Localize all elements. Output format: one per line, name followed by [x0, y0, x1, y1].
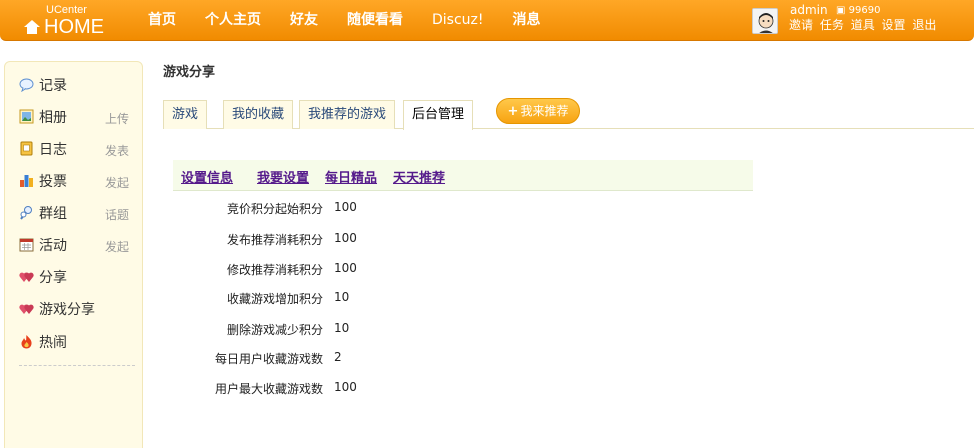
setting-value: 10	[334, 321, 350, 335]
sidebar-item-label: 相册	[39, 110, 67, 126]
subnav-daily-recommend[interactable]: 天天推荐	[393, 167, 445, 186]
tab-my-recommended[interactable]: 我推荐的游戏	[299, 100, 396, 129]
nav-home[interactable]: 首页	[148, 0, 176, 40]
setting-key: 竞价积分起始积分	[226, 202, 323, 216]
nav-friends[interactable]: 好友	[290, 0, 318, 40]
setting-key: 发布推荐消耗积分	[226, 233, 323, 247]
sidebar-item-label: 投票	[39, 174, 67, 190]
house-icon	[24, 20, 40, 34]
nav-messages[interactable]: 消息	[513, 0, 541, 40]
setting-key: 收藏游戏增加积分	[226, 292, 323, 306]
logo-ucenter-text: UCenter	[46, 4, 87, 16]
page-title: 游戏分享	[163, 65, 216, 80]
nav-profile[interactable]: 个人主页	[205, 0, 261, 40]
recommend-button[interactable]: + 我来推荐	[496, 98, 580, 124]
sidebar-item-poll[interactable]: 投票 发起	[19, 170, 139, 190]
setting-value: 100	[334, 200, 357, 214]
user-menu: 邀请 任务 道具 设置 退出	[789, 16, 939, 33]
setting-row: 发布推荐消耗积分 100	[0, 231, 974, 247]
sidebar-item-album[interactable]: 相册 上传	[19, 106, 139, 126]
avatar[interactable]	[752, 8, 778, 34]
nav-browse[interactable]: 随便看看	[347, 0, 403, 40]
setting-row: 用户最大收藏游戏数 100	[0, 380, 974, 396]
tab-favorites[interactable]: 我的收藏	[223, 100, 294, 129]
setting-key: 修改推荐消耗积分	[226, 263, 323, 277]
bar-chart-icon	[20, 175, 33, 187]
admin-subnav: 设置信息 我要设置 每日精品 天天推荐	[173, 160, 753, 191]
setting-value: 10	[334, 290, 350, 304]
setting-value: 100	[334, 231, 357, 245]
user-menu-props[interactable]: 道具	[851, 18, 875, 32]
sidebar-item-label: 日志	[39, 142, 67, 158]
user-menu-tasks[interactable]: 任务	[820, 18, 844, 32]
sidebar-item-records[interactable]: 记录	[19, 74, 139, 94]
sidebar-sub-link-upload[interactable]: 上传	[105, 110, 129, 127]
tab-admin[interactable]: 后台管理	[403, 100, 474, 130]
setting-row: 每日用户收藏游戏数 2	[0, 350, 974, 366]
credit-count: ▣ 99690	[836, 5, 881, 16]
top-bar: UCenter HOME 首页 个人主页 好友 随便看看 Discuz! 消息 …	[0, 0, 974, 41]
subnav-my-settings[interactable]: 我要设置	[257, 167, 309, 186]
setting-row: 收藏游戏增加积分 10	[0, 290, 974, 306]
tab-games[interactable]: 游戏	[163, 100, 208, 129]
user-menu-logout[interactable]: 退出	[912, 18, 936, 32]
setting-value: 2	[334, 350, 342, 364]
nav-discuz[interactable]: Discuz!	[432, 0, 484, 40]
setting-value: 100	[334, 380, 357, 394]
photo-icon	[19, 109, 34, 124]
username-link[interactable]: admin	[790, 3, 828, 17]
user-menu-invite[interactable]: 邀请	[789, 18, 813, 32]
main-nav: 首页 个人主页 好友 随便看看 Discuz! 消息	[148, 0, 570, 40]
logo-home-text: HOME	[24, 16, 104, 38]
setting-row: 竞价积分起始积分 100	[0, 200, 974, 216]
setting-key: 每日用户收藏游戏数	[214, 352, 323, 366]
user-menu-settings[interactable]: 设置	[882, 18, 906, 32]
subnav-daily-best[interactable]: 每日精品	[325, 167, 377, 186]
setting-value: 100	[334, 261, 357, 275]
sidebar-item-label: 记录	[39, 78, 67, 94]
sidebar-item-blog[interactable]: 日志 发表	[19, 138, 139, 158]
setting-key: 删除游戏减少积分	[226, 323, 323, 337]
sidebar-sub-link-start[interactable]: 发起	[105, 174, 129, 191]
plus-icon: +	[507, 104, 519, 119]
subnav-settings-info[interactable]: 设置信息	[181, 167, 233, 186]
setting-row: 修改推荐消耗积分 100	[0, 261, 974, 277]
notebook-icon	[20, 141, 33, 156]
avatar-face-icon	[753, 9, 777, 33]
sidebar-sub-link-post[interactable]: 发表	[105, 142, 129, 159]
setting-row: 删除游戏减少积分 10	[0, 321, 974, 337]
speech-bubble-icon	[19, 78, 34, 92]
setting-key: 用户最大收藏游戏数	[214, 382, 323, 396]
